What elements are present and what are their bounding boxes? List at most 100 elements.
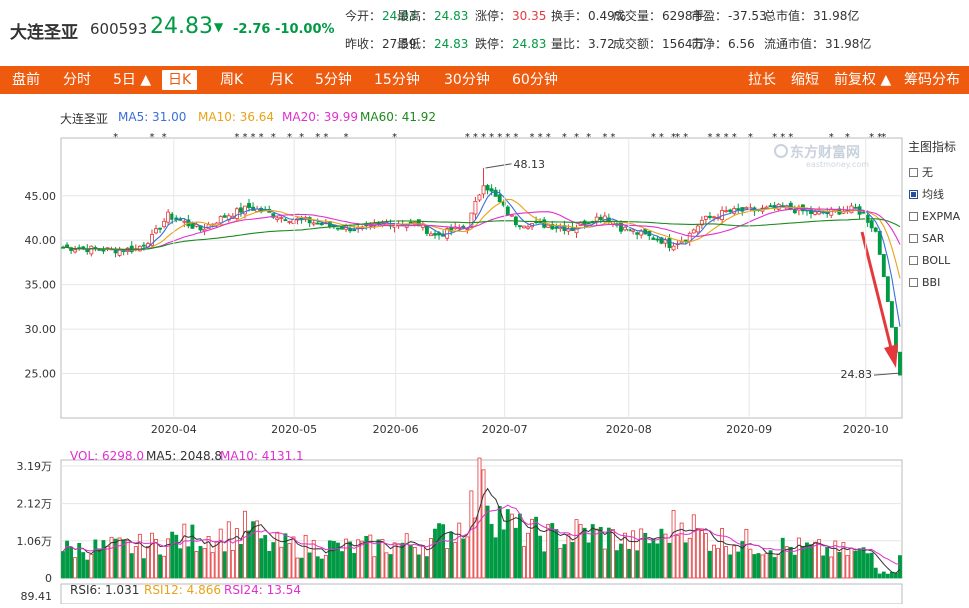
event-marker-icon: *: [659, 132, 664, 143]
volume-bar: [780, 537, 785, 579]
volume-bar: [501, 529, 506, 579]
volume-bar: [861, 547, 866, 579]
indicator-option[interactable]: BOLL: [906, 249, 969, 271]
volume-bar: [259, 538, 264, 579]
period-tab-1[interactable]: 分时: [63, 66, 91, 94]
candle-body: [566, 228, 571, 232]
quote-label: 流通市值：: [764, 37, 825, 51]
quote-value: 3.72: [588, 37, 615, 51]
event-marker-icon: *: [724, 132, 729, 143]
candle-body: [885, 276, 890, 302]
quote-label: 跌停：: [475, 37, 512, 51]
ma10-line: [62, 198, 901, 279]
event-marker-icon: *: [242, 132, 247, 143]
volume-bar: [619, 543, 623, 579]
volume-bar: [809, 544, 813, 579]
checkbox-icon[interactable]: [909, 233, 918, 243]
candle-body: [489, 188, 494, 192]
event-marker-icon: *: [271, 132, 276, 143]
candle-body: [121, 250, 126, 252]
volume-bar: [323, 554, 328, 579]
event-marker-icon: *: [881, 132, 886, 143]
candle-body: [509, 214, 514, 217]
period-tab-5[interactable]: 月K: [270, 66, 293, 94]
volume-bar: [708, 550, 712, 579]
candle-body: [695, 225, 700, 233]
volume-bar: [582, 527, 587, 579]
candle-body: [712, 216, 716, 219]
volume-bar: [303, 534, 308, 579]
volume-bar: [679, 522, 684, 579]
volume-bar: [315, 556, 320, 579]
volume-bar: [509, 513, 514, 579]
indicator-option[interactable]: BBI: [906, 271, 969, 293]
period-tab-3[interactable]: 日K: [162, 70, 198, 90]
indicator-option[interactable]: 均线: [906, 183, 969, 205]
checkbox-icon[interactable]: [909, 211, 918, 221]
candle-body: [861, 211, 866, 214]
volume-bar: [150, 532, 154, 579]
event-marker-icon: *: [315, 132, 320, 143]
kline-chart[interactable]: 25.00 30.00 35.00 40.00 45.00 * * * * * * * * * * * * * * *…: [0, 94, 969, 605]
volume-bar: [865, 553, 870, 579]
volume-bar: [396, 543, 401, 579]
event-marker-icon: *: [610, 132, 615, 143]
candle-body: [813, 211, 818, 215]
toolbar-action-2[interactable]: 前复权 ▲: [834, 66, 891, 94]
candle-body: [275, 217, 280, 221]
period-tab-7[interactable]: 15分钟: [374, 66, 420, 94]
candle-body: [319, 222, 324, 226]
volume-bar: [606, 527, 611, 579]
volume-bar: [453, 542, 458, 579]
indicator-option[interactable]: EXPMA: [906, 205, 969, 227]
period-tab-2[interactable]: 5日 ▲: [113, 66, 151, 94]
volume-bar: [526, 532, 530, 579]
indicator-option[interactable]: 无: [906, 161, 969, 183]
candle-body: [744, 206, 749, 210]
candle-body: [505, 206, 510, 215]
candle-body: [691, 229, 696, 234]
event-marker-icon: *: [780, 132, 785, 143]
indicator-option[interactable]: SAR: [906, 227, 969, 249]
quote-label: 总市值：: [764, 9, 813, 23]
volume-bar: [885, 573, 890, 579]
eastmoney-logo-icon: [774, 144, 788, 158]
volume-bar: [732, 545, 737, 579]
checkbox-icon[interactable]: [909, 255, 918, 265]
period-tab-9[interactable]: 60分钟: [512, 66, 558, 94]
candle-body: [247, 203, 251, 208]
volume-bar: [493, 537, 498, 579]
quote-label: 最低：: [397, 37, 434, 51]
volume-bar: [408, 544, 413, 579]
stock-price: 24.83: [150, 14, 213, 39]
period-tab-4[interactable]: 周K: [220, 66, 243, 94]
period-tab-6[interactable]: 5分钟: [315, 66, 352, 94]
date-tick-label: 2020-09: [726, 423, 772, 436]
chart-toolbar: 盘前 分时 5日 ▲ 日K 周K 月K 5分钟 15分钟 30分钟 60分钟 拉长 缩短 前复权 ▲ 筹码…: [0, 66, 969, 94]
toolbar-action-1[interactable]: 缩短: [791, 66, 819, 94]
candle-body: [429, 233, 433, 237]
volume-bar: [178, 548, 183, 579]
candle-body: [485, 185, 490, 191]
quote-value: 31.98亿: [813, 9, 860, 23]
toolbar-action-3[interactable]: 筹码分布: [904, 66, 960, 94]
checkbox-icon[interactable]: [909, 277, 918, 287]
quote-label: 换手：: [551, 9, 588, 23]
checkbox-checked-icon[interactable]: [909, 189, 918, 199]
checkbox-icon[interactable]: [909, 167, 918, 177]
volume-bar: [602, 548, 607, 579]
volume-bar: [724, 546, 729, 579]
quote-cell: 最低：24.83: [397, 35, 468, 52]
candle-body: [655, 238, 660, 241]
volume-bar: [170, 531, 175, 579]
candle-body: [554, 226, 559, 229]
volume-bar: [327, 540, 332, 579]
volume-bar: [372, 556, 377, 579]
period-tab-8[interactable]: 30分钟: [444, 66, 490, 94]
event-marker-icon: *: [651, 132, 656, 143]
volume-bar: [695, 527, 700, 579]
candle-body: [869, 220, 874, 229]
toolbar-action-0[interactable]: 拉长: [748, 66, 776, 94]
quote-label: 涨停：: [475, 9, 512, 23]
period-tab-0[interactable]: 盘前: [12, 66, 40, 94]
